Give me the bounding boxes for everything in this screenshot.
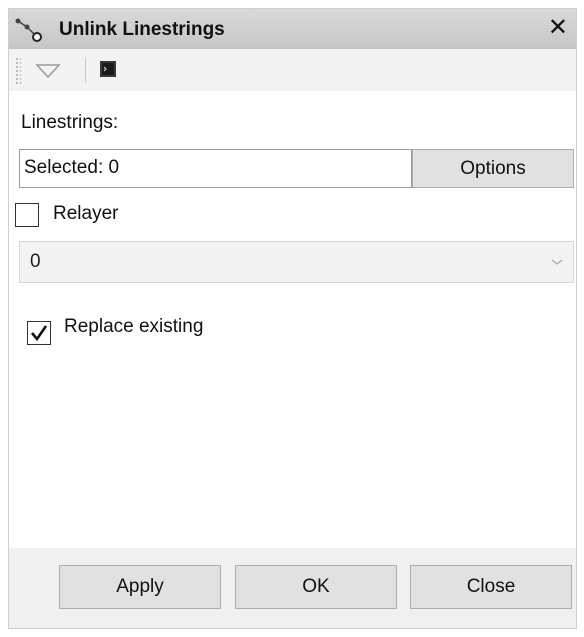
replace-existing-checkbox[interactable] bbox=[27, 321, 51, 345]
close-button[interactable]: Close bbox=[410, 565, 572, 609]
dropdown-arrow-icon[interactable] bbox=[35, 61, 61, 81]
toolbar-separator bbox=[85, 57, 86, 83]
toolbar-grip-handle[interactable] bbox=[15, 57, 21, 85]
window-title: Unlink Linestrings bbox=[59, 19, 225, 40]
apply-button[interactable]: Apply bbox=[59, 565, 221, 609]
toolbar bbox=[9, 49, 576, 91]
ok-button[interactable]: OK bbox=[235, 565, 397, 609]
checkmark-icon bbox=[31, 325, 48, 342]
options-button[interactable]: Options bbox=[412, 149, 574, 188]
layer-select-value: 0 bbox=[30, 251, 41, 272]
footer-button-bar: Apply OK Close bbox=[9, 548, 576, 628]
unlink-linestrings-panel: Unlink Linestrings ✕ Linestrings: Select… bbox=[8, 8, 577, 629]
selected-count-field[interactable]: Selected: 0 bbox=[19, 149, 412, 188]
layer-select[interactable]: 0 bbox=[19, 241, 574, 283]
chevron-down-icon bbox=[551, 259, 563, 265]
linestrings-label: Linestrings: bbox=[21, 112, 119, 133]
console-icon[interactable] bbox=[99, 60, 117, 78]
replace-existing-label: Replace existing bbox=[64, 316, 204, 337]
relayer-label: Relayer bbox=[53, 203, 119, 224]
title-bar[interactable]: Unlink Linestrings ✕ bbox=[9, 9, 576, 49]
relayer-checkbox[interactable] bbox=[15, 203, 39, 227]
close-icon[interactable]: ✕ bbox=[548, 14, 568, 42]
linestring-node-icon bbox=[15, 18, 42, 42]
